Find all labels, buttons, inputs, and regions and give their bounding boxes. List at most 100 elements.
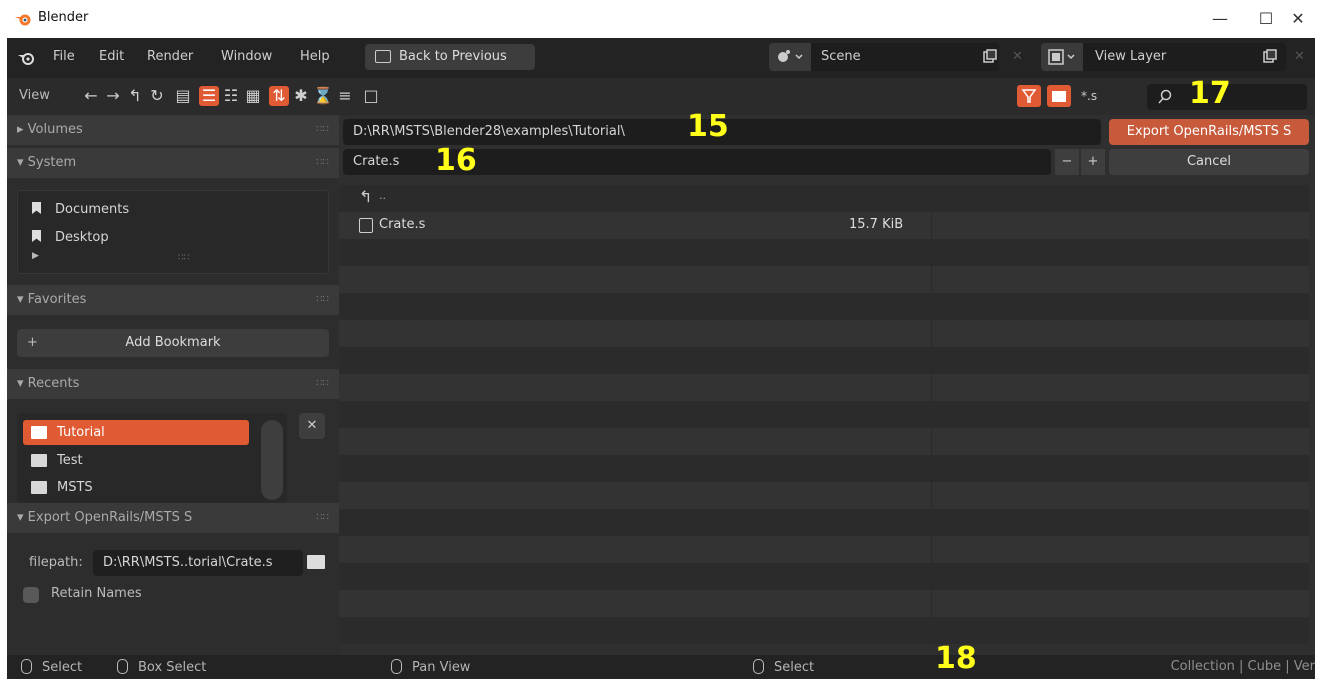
recent-label: Tutorial [57, 425, 105, 440]
favorites-label: Favorites [27, 292, 87, 307]
sort-alpha-icon[interactable]: ⇅ [269, 86, 289, 106]
empty-row [339, 536, 1309, 563]
panel-header-system[interactable]: ▾ System ∷∷ [7, 148, 339, 178]
expand-list-icon[interactable]: ▶ [32, 251, 39, 261]
status-select: Select [21, 659, 82, 675]
sort-size-icon[interactable]: ≡ [335, 86, 355, 106]
drag-grip-icon[interactable]: ∷∷ [316, 503, 329, 533]
view-layer-selector[interactable]: View Layer [1041, 43, 1286, 71]
blender-logo-icon [14, 11, 32, 31]
panel-header-export[interactable]: ▾ Export OpenRails/MSTS S ∷∷ [7, 503, 339, 533]
clear-recents-button[interactable]: ✕ [299, 413, 325, 439]
column-separator [931, 293, 932, 320]
mouse-left-icon [21, 659, 32, 674]
filter-folder-icon[interactable] [1047, 85, 1071, 107]
empty-row [339, 617, 1309, 644]
column-separator [931, 590, 932, 617]
drag-grip-icon[interactable]: ∷∷ [316, 148, 329, 178]
drag-grip-icon[interactable]: ∷∷ [316, 369, 329, 399]
filter-icon[interactable] [1017, 85, 1041, 107]
filepath-field[interactable]: D:\RR\MSTS..torial\Crate.s [93, 550, 303, 576]
status-box-select-label: Box Select [138, 660, 207, 675]
hidden-files-icon[interactable]: □ [361, 86, 381, 106]
thumbnails-icon[interactable]: ▦ [243, 86, 263, 106]
scene-selector[interactable]: Scene [769, 43, 999, 71]
vertical-list-icon[interactable]: ☰ [199, 86, 219, 106]
forward-arrow-icon[interactable]: → [103, 86, 123, 106]
new-folder-icon[interactable]: ▤ [173, 86, 193, 106]
parent-directory-icon[interactable]: ↰ [125, 86, 145, 106]
minimize-button[interactable]: — [1200, 6, 1240, 32]
export-button[interactable]: Export OpenRails/MSTS S [1109, 119, 1309, 145]
decrement-filename-button[interactable]: − [1055, 149, 1079, 175]
bookmark-label: Desktop [55, 230, 109, 245]
system-label: System [27, 155, 77, 170]
view-layer-copy-icon[interactable] [1263, 49, 1277, 67]
view-layer-icon[interactable] [1041, 43, 1083, 71]
increment-filename-button[interactable]: + [1081, 149, 1105, 175]
view-menu[interactable]: View [19, 88, 50, 103]
column-separator [931, 455, 932, 482]
menu-render[interactable]: Render [147, 49, 193, 64]
blender-menu-icon[interactable] [17, 50, 35, 70]
retain-names-label: Retain Names [51, 586, 142, 601]
column-separator [931, 212, 932, 239]
back-window-icon [375, 50, 391, 63]
menu-edit[interactable]: Edit [99, 49, 124, 64]
folder-icon [31, 481, 47, 494]
panel-header-recents[interactable]: ▾ Recents ∷∷ [7, 369, 339, 399]
column-separator [931, 266, 932, 293]
top-menubar: File Edit Render Window Help Back to Pre… [7, 38, 1315, 78]
callout-16: 16 [435, 143, 477, 178]
drag-grip-icon[interactable]: ∷∷ [316, 115, 329, 145]
file-size: 15.7 KiB [849, 217, 904, 232]
refresh-icon[interactable]: ↻ [147, 86, 167, 106]
filter-extension: *.s [1081, 89, 1098, 103]
list-resize-grip-icon[interactable]: ∷∷ [178, 253, 189, 263]
retain-names-checkbox[interactable] [23, 587, 39, 603]
panel-header-favorites[interactable]: ▾ Favorites ∷∷ [7, 285, 339, 315]
file-row[interactable]: Crate.s 15.7 KiB [339, 212, 1309, 239]
view-layer-remove-icon[interactable]: ✕ [1294, 49, 1305, 64]
menu-window[interactable]: Window [221, 49, 272, 64]
recents-scrollbar[interactable] [261, 420, 283, 500]
empty-row [339, 266, 1309, 293]
column-separator [931, 185, 932, 212]
file-icon [359, 218, 373, 233]
menu-help[interactable]: Help [300, 49, 330, 64]
cancel-button[interactable]: Cancel [1109, 149, 1309, 175]
recent-item-msts[interactable]: MSTS [23, 475, 249, 500]
scene-remove-icon[interactable]: ✕ [1012, 49, 1023, 64]
scene-icon[interactable] [769, 43, 811, 71]
mouse-middle-icon [391, 659, 402, 674]
status-select-right-label: Select [774, 660, 815, 675]
add-bookmark-button[interactable]: + Add Bookmark [17, 329, 329, 357]
parent-directory-row[interactable]: ↰ .. [339, 185, 1309, 212]
blender-app: File Edit Render Window Help Back to Pre… [7, 38, 1315, 679]
column-separator [931, 374, 932, 401]
horizontal-list-icon[interactable]: ☷ [221, 86, 241, 106]
sort-extension-icon[interactable]: ✱ [291, 86, 311, 106]
scene-name: Scene [821, 49, 861, 64]
recent-item-tutorial[interactable]: Tutorial [23, 420, 249, 445]
close-window-button[interactable]: ✕ [1278, 6, 1318, 32]
back-arrow-icon[interactable]: ← [81, 86, 101, 106]
column-separator [931, 347, 932, 374]
view-layer-name: View Layer [1095, 49, 1167, 64]
scene-copy-icon[interactable] [983, 49, 997, 67]
back-to-previous-button[interactable]: Back to Previous [365, 44, 535, 70]
panel-header-volumes[interactable]: ▸ Volumes ∷∷ [7, 115, 339, 145]
browse-folder-icon[interactable] [307, 555, 325, 569]
parent-directory-icon: ↰ [359, 187, 373, 206]
status-box-select: Box Select [117, 659, 206, 675]
bookmark-documents[interactable]: Documents [32, 202, 129, 217]
sort-time-icon[interactable]: ⌛ [313, 86, 333, 106]
recent-item-test[interactable]: Test [23, 448, 249, 473]
volumes-label: Volumes [27, 122, 83, 137]
menu-file[interactable]: File [53, 49, 75, 64]
status-bar: Select Box Select Pan View Select 18 Col… [7, 641, 1315, 679]
drag-grip-icon[interactable]: ∷∷ [316, 285, 329, 315]
bookmark-desktop[interactable]: Desktop [32, 230, 109, 245]
bookmark-icon [32, 202, 41, 214]
plus-icon: + [27, 335, 38, 350]
